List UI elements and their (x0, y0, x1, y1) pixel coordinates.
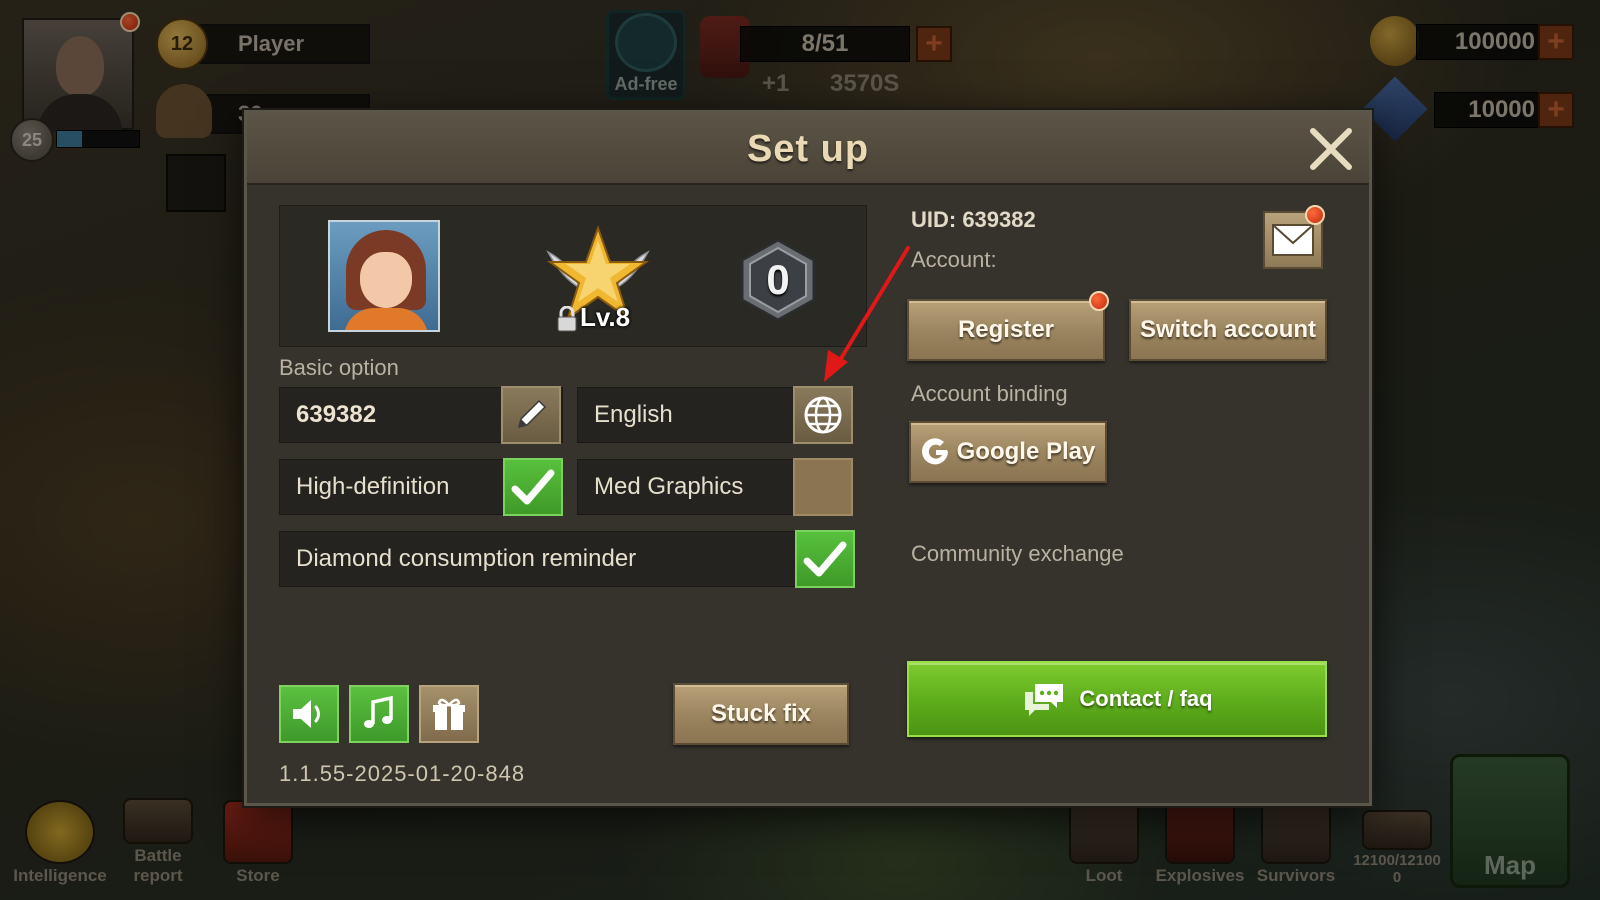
basic-option-label: Basic option (279, 355, 399, 380)
rank-level-label: Lv.8 (580, 302, 631, 332)
check-icon (511, 469, 555, 505)
hd-checkbox[interactable] (503, 458, 563, 516)
switch-account-button[interactable]: Switch account (1129, 299, 1327, 361)
google-play-label: Google Play (956, 438, 1096, 465)
graphics-toggle-row[interactable]: Med Graphics (577, 459, 809, 515)
graphics-checkbox[interactable] (793, 458, 853, 516)
account-label: Account: (911, 247, 997, 272)
stuck-fix-label: Stuck fix (710, 700, 812, 727)
switch-account-label: Switch account (1139, 316, 1317, 343)
google-play-button[interactable]: Google Play (909, 421, 1107, 483)
badge-number: 0 (766, 256, 790, 303)
language-value: English (594, 401, 673, 428)
close-icon (1310, 128, 1352, 170)
register-notification-dot (1089, 291, 1109, 311)
sound-toggle-button[interactable] (279, 685, 339, 743)
globe-icon (804, 396, 842, 434)
contact-faq-label: Contact / faq (1079, 686, 1213, 711)
check-icon (803, 541, 847, 577)
pencil-icon (517, 399, 547, 429)
music-toggle-button[interactable] (349, 685, 409, 743)
speaker-icon (293, 700, 320, 728)
diamond-reminder-checkbox[interactable] (795, 530, 855, 588)
settings-dialog: Set up Lv.8 0 Basic option 639382 Englis… (244, 110, 1372, 806)
mail-notification-dot (1305, 205, 1325, 225)
close-button[interactable] (1307, 125, 1355, 173)
account-binding-label: Account binding (911, 381, 1068, 406)
stuck-fix-button[interactable]: Stuck fix (673, 683, 849, 745)
mail-icon (1272, 224, 1314, 256)
diamond-reminder-label: Diamond consumption reminder (296, 545, 637, 572)
register-label: Register (957, 316, 1055, 343)
google-g-icon (921, 438, 948, 465)
chat-bubble-icon (1025, 684, 1064, 716)
music-note-icon (364, 695, 393, 728)
avatar[interactable] (328, 220, 440, 332)
gift-code-button[interactable] (419, 685, 479, 743)
dialog-title: Set up (746, 127, 870, 170)
avatar-shirt (344, 308, 428, 330)
version-text: 1.1.55-2025-01-20-848 (279, 761, 526, 786)
language-button[interactable] (793, 386, 853, 444)
register-button[interactable]: Register (907, 299, 1105, 361)
language-field[interactable]: English (577, 387, 809, 443)
player-name-value: 639382 (296, 401, 377, 428)
edit-name-button[interactable] (501, 386, 561, 444)
contact-faq-button[interactable]: Contact / faq (907, 661, 1327, 737)
gift-icon (433, 698, 465, 730)
community-exchange-label[interactable]: Community exchange (911, 541, 1124, 567)
diamond-reminder-row[interactable]: Diamond consumption reminder (279, 531, 809, 587)
hd-label: High-definition (296, 473, 450, 500)
graphics-label: Med Graphics (594, 473, 744, 500)
avatar-face (360, 252, 412, 308)
lock-icon (557, 306, 577, 332)
uid-text: UID: 639382 (911, 207, 1036, 232)
profile-strip: Lv.8 0 (279, 205, 867, 347)
